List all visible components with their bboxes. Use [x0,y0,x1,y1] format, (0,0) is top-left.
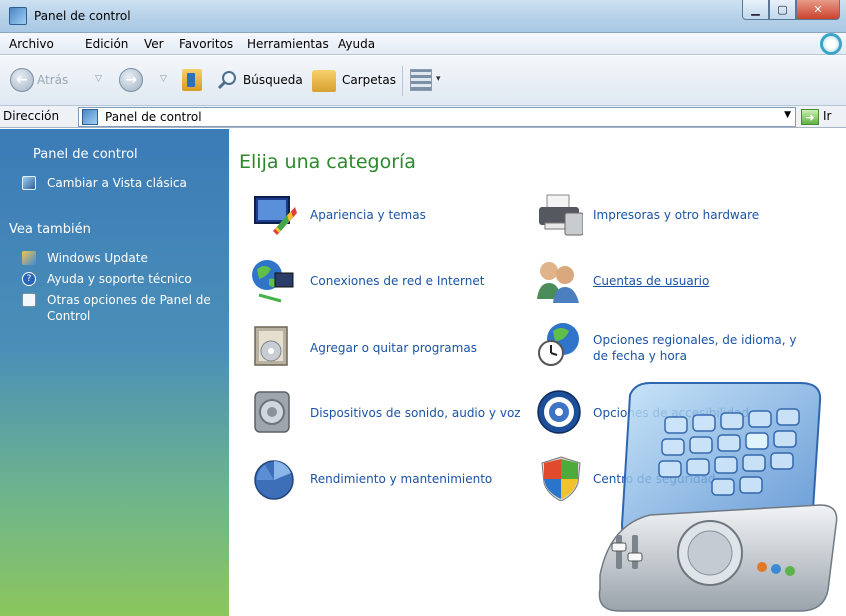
category-programs[interactable]: Agregar o quitar programas [310,340,477,356]
switch-classic-view-link[interactable]: Cambiar a Vista clásica [47,175,187,191]
back-button[interactable]: ← [10,68,34,92]
sound-icon[interactable] [249,389,295,435]
forward-history-dropdown[interactable]: ▽ [160,74,167,84]
title-bar: Panel de control ▁ ▢ ✕ [0,0,846,33]
see-also-heading: Vea también [9,222,91,237]
side-pane: Panel de control Cambiar a Vista clásica… [0,129,229,616]
page-title: Elija una categoría [239,151,416,173]
category-performance[interactable]: Rendimiento y mantenimiento [310,471,492,487]
toolbar-separator [402,66,403,96]
network-icon[interactable] [249,257,295,303]
accessibility-icon[interactable] [536,389,582,435]
regional-options-icon[interactable] [535,321,581,367]
toolbar: ← Atrás ▽ → ▽ Búsqueda Carpetas ▾ [0,56,846,106]
side-pane-title: Panel de control [33,147,138,162]
folders-button[interactable]: Carpetas [342,73,396,87]
back-arrow-icon: ← [16,72,28,88]
search-icon[interactable] [217,70,237,90]
programs-icon[interactable] [249,323,295,369]
control-panel-icon [9,7,27,25]
printer-icon[interactable] [537,191,583,237]
category-user-accounts[interactable]: Cuentas de usuario [593,273,709,289]
address-bar: Dirección Panel de control ▼ ➜ Ir [0,106,846,128]
address-label: Dirección [3,109,60,123]
menu-favoritos[interactable]: Favoritos [179,37,233,51]
menu-herramientas[interactable]: Herramientas [247,37,329,51]
help-icon: ? [22,272,36,286]
views-dropdown[interactable]: ▾ [436,74,441,84]
maximize-button[interactable]: ▢ [769,0,796,20]
window-controls: ▁ ▢ ✕ [742,0,840,20]
category-regional-options[interactable]: Opciones regionales, de idioma, y de fec… [593,332,813,364]
category-printers[interactable]: Impresoras y otro hardware [593,207,759,223]
windows-update-icon [22,251,36,265]
window-title: Panel de control [34,9,131,23]
windows-update-link[interactable]: Windows Update [47,250,148,266]
forward-arrow-icon: → [125,72,137,88]
menu-edicion[interactable]: Edición [85,37,128,51]
windows-logo-icon [820,33,842,55]
menu-ver[interactable]: Ver [144,37,164,51]
back-history-dropdown[interactable]: ▽ [95,74,102,84]
appearance-icon[interactable] [251,191,297,237]
address-field[interactable]: Panel de control ▼ [78,107,796,127]
search-button[interactable]: Búsqueda [243,73,303,87]
go-button[interactable]: Ir [823,109,831,123]
views-icon[interactable] [410,69,432,91]
users-icon[interactable] [535,257,581,303]
performance-icon[interactable] [251,455,297,501]
go-arrow-icon[interactable]: ➜ [801,109,819,125]
folders-icon[interactable] [312,70,336,92]
forward-button[interactable]: → [119,68,143,92]
category-appearance[interactable]: Apariencia y temas [310,207,426,223]
control-panel-icon [22,176,36,190]
other-options-link[interactable]: Otras opciones de Panel de Control [47,292,217,324]
control-panel-icon [82,109,98,125]
category-network[interactable]: Conexiones de red e Internet [310,273,484,289]
minimize-button[interactable]: ▁ [742,0,769,20]
address-dropdown[interactable]: ▼ [784,110,791,120]
security-center-icon[interactable] [538,455,584,501]
back-label: Atrás [37,73,69,87]
control-panel-illustration [598,382,838,612]
help-support-link[interactable]: Ayuda y soporte técnico [47,271,192,287]
folder-up-button[interactable] [182,69,202,91]
menu-bar: Archivo Edición Ver Favoritos Herramient… [0,33,846,55]
options-icon [22,293,36,307]
menu-ayuda[interactable]: Ayuda [338,37,375,51]
close-button[interactable]: ✕ [796,0,840,20]
address-value: Panel de control [105,110,202,124]
category-sound[interactable]: Dispositivos de sonido, audio y voz [310,405,521,421]
menu-archivo[interactable]: Archivo [9,37,54,51]
